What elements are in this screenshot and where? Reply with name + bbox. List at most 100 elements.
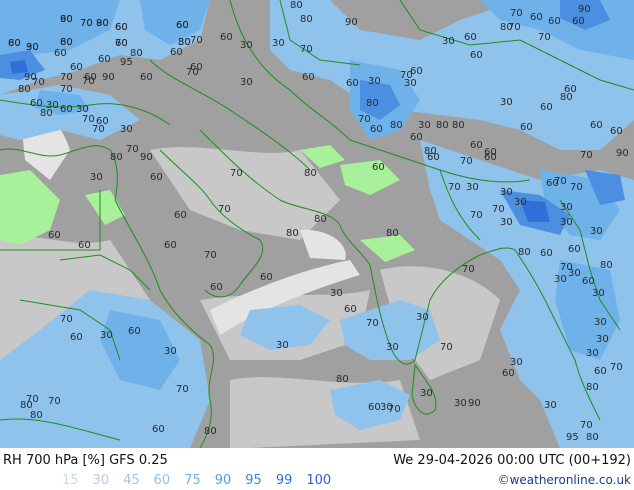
contour-label: 60	[572, 16, 585, 27]
contour-label: 90	[345, 17, 358, 28]
contour-label: 60	[170, 47, 183, 58]
contour-label: 70	[580, 420, 593, 431]
contour-label: 80	[518, 247, 531, 258]
contour-label: 30	[164, 346, 177, 357]
contour-label: 60	[582, 276, 595, 287]
contour-label: 90	[140, 152, 153, 163]
contour-label: 90	[468, 398, 481, 409]
contour-label: 80	[386, 228, 399, 239]
contour-label: 30	[330, 288, 343, 299]
valid-time: We 29-04-2026 00:00 UTC (00+192)	[393, 453, 631, 468]
contour-label: 70	[190, 35, 203, 46]
contour-label: 30	[420, 388, 433, 399]
contour-label: 80	[452, 120, 465, 131]
contour-label: 60	[176, 20, 189, 31]
contour-label: 70	[460, 156, 473, 167]
contour-label: 90	[616, 148, 629, 159]
contour-label: 60	[78, 240, 91, 251]
contour-label: 70	[300, 44, 313, 55]
contour-label: 80	[60, 37, 73, 48]
contour-label: 80	[204, 426, 217, 437]
rh-map-canvas: 90 70 80 60 6060 70 8080 90 607080608080 9070 60 60…	[0, 0, 634, 449]
contour-label: 30	[240, 40, 253, 51]
contour-label: 60	[540, 248, 553, 259]
contour-label: 70	[508, 22, 521, 33]
contour-label: 70	[400, 70, 413, 81]
contour-label: 60	[564, 84, 577, 95]
contour-label: 60	[302, 72, 315, 83]
contour-label: 70	[448, 182, 461, 193]
contour-label: 60	[70, 332, 83, 343]
contour-label: 30	[120, 124, 133, 135]
contour-label: 60	[115, 22, 128, 33]
contour-label: 30	[554, 274, 567, 285]
contour-label: 30	[586, 348, 599, 359]
legend-item: 30	[92, 473, 110, 488]
legend-item: 75	[184, 473, 201, 488]
contour-label: 60	[410, 132, 423, 143]
contour-label: 70	[218, 204, 231, 215]
contour-label: 30	[454, 398, 467, 409]
contour-label: 30	[178, 37, 191, 48]
contour-label: 80	[110, 152, 123, 163]
map-footer: RH 700 hPa [%] GFS 0.25 We 29-04-2026 00…	[0, 448, 634, 490]
contour-label: 80	[30, 410, 43, 421]
contour-label: 80	[290, 0, 303, 11]
contour-label: 70	[48, 396, 61, 407]
contour-label: 60	[60, 14, 73, 25]
contour-label: 80	[436, 120, 449, 131]
contour-label: 30	[596, 334, 609, 345]
contour-label: 30	[500, 217, 513, 228]
contour-label: 70	[440, 342, 453, 353]
contour-label: 70	[32, 77, 45, 88]
contour-label: 60	[502, 368, 515, 379]
contour-label: 30	[386, 342, 399, 353]
contour-label: 60	[8, 38, 21, 49]
contour-label: 30	[514, 197, 527, 208]
legend-item: 45	[123, 473, 140, 488]
contour-label: 30	[276, 340, 289, 351]
contour-label: 30	[592, 288, 605, 299]
contour-label: 60	[594, 366, 607, 377]
contour-label: 60	[484, 152, 497, 163]
contour-label: 90	[578, 4, 591, 15]
contour-label: 90	[96, 18, 109, 29]
contour-label: 30	[466, 182, 479, 193]
contour-label: 70	[570, 182, 583, 193]
contour-label: 30	[560, 217, 573, 228]
contour-label: 60	[164, 240, 177, 251]
contour-label: 60	[174, 210, 187, 221]
credit-link[interactable]: ©weatheronline.co.uk	[498, 473, 631, 487]
contour-label: 30	[544, 400, 557, 411]
contour-label: 95	[120, 57, 133, 68]
contour-label: 60	[210, 282, 223, 293]
contour-label: 30	[590, 226, 603, 237]
contour-label: 80	[336, 374, 349, 385]
contour-label: 60	[568, 244, 581, 255]
contour-label: 80	[304, 168, 317, 179]
contour-label: 60	[98, 54, 111, 65]
contour-label: 70	[366, 318, 379, 329]
contour-label: 60	[140, 72, 153, 83]
contour-label: 70	[60, 72, 73, 83]
contour-label: 60	[115, 38, 128, 49]
legend-item: 95	[245, 473, 262, 488]
contour-label: 60	[372, 162, 385, 173]
contour-label: 30	[568, 268, 581, 279]
contour-label: 60	[346, 78, 359, 89]
contour-label: 70	[80, 18, 93, 29]
color-legend: 15 30 45 60 75 90 95 99 100	[62, 473, 345, 488]
contour-label: 60	[470, 140, 483, 151]
contour-label: 30	[90, 172, 103, 183]
contour-label: 60	[520, 122, 533, 133]
contour-label: 60	[84, 72, 97, 83]
contour-label: 80	[586, 432, 599, 443]
contour-label: 30	[418, 120, 431, 131]
contour-label: 30	[510, 357, 523, 368]
contour-label: 80	[300, 14, 313, 25]
legend-item: 100	[306, 473, 332, 488]
contour-label: 80	[586, 382, 599, 393]
contour-label: 60	[370, 124, 383, 135]
contour-label: 60	[128, 326, 141, 337]
contour-label: 70	[492, 204, 505, 215]
